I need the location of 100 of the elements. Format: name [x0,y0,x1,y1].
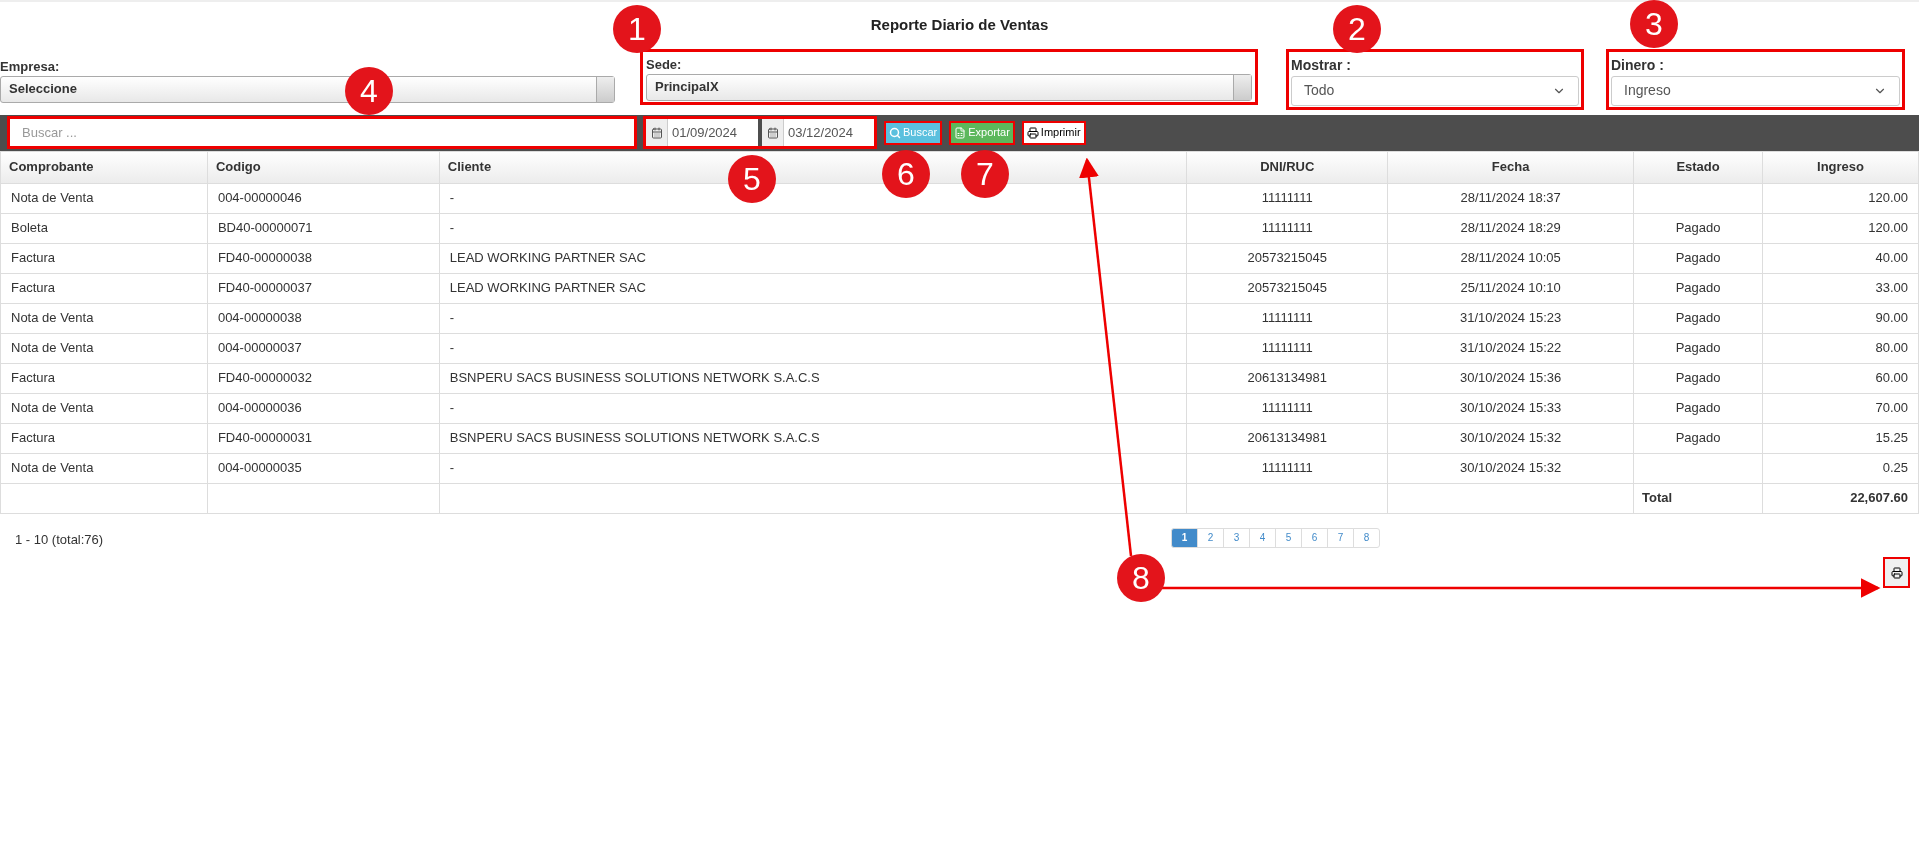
callout-number: 1 [613,5,661,53]
callout-number: 8 [1117,554,1165,602]
table-cell: 004-00000046 [207,183,440,213]
table-cell: Pagado [1633,423,1763,453]
calendar-icon [650,126,663,139]
table-cell: Nota de Venta [0,453,208,483]
table-cell: 004-00000035 [207,453,440,483]
callout-number: 3 [1630,0,1678,48]
table-cell: - [439,333,1187,363]
table-cell: 120.00 [1762,183,1919,213]
table-cell: 11111111 [1186,183,1388,213]
table-cell: 80.00 [1762,333,1919,363]
table-cell: Nota de Venta [0,393,208,423]
table-cell: 31/10/2024 15:23 [1387,303,1634,333]
table-cell: FD40-00000037 [207,273,440,303]
print-button[interactable]: Imprimir [1021,120,1086,145]
table-cell: 11111111 [1186,333,1388,363]
search-field[interactable]: Buscar ... [7,116,637,149]
table-cell: 004-00000037 [207,333,440,363]
page-link[interactable]: 6 [1301,527,1328,548]
table-cell: Factura [0,423,208,453]
table-cell: 11111111 [1186,303,1388,333]
report-title: Reporte Diario de Ventas [870,15,1049,35]
printer-icon [1890,566,1903,579]
table-cell: 20613134981 [1186,423,1388,453]
table-cell: 30/10/2024 15:33 [1387,393,1634,423]
print-button[interactable] [1883,557,1910,588]
table-cell: 20573215045 [1186,273,1388,303]
record-range: 1 - 10 (total:76) [15,530,105,549]
date-field[interactable]: 03/12/2024 [762,119,874,146]
total-value: 22,607.60 [1762,483,1919,513]
search-button[interactable]: Buscar [884,120,943,145]
money-select[interactable]: Ingreso [1611,75,1900,106]
table-cell: Factura [0,243,208,273]
printer-icon [1026,126,1039,139]
column-header: Comprobante [0,151,208,183]
table-cell: 28/11/2024 18:37 [1387,183,1634,213]
table-cell: Pagado [1633,333,1763,363]
table-cell: 004-00000036 [207,393,440,423]
table-cell: Nota de Venta [0,333,208,363]
field-label: Mostrar : [1291,56,1352,74]
field-label: Empresa: [0,58,61,75]
table-cell: Pagado [1633,213,1763,243]
table-cell: Pagado [1633,363,1763,393]
table-cell: FD40-00000038 [207,243,440,273]
callout-number: 2 [1333,5,1381,53]
table-cell: Pagado [1633,303,1763,333]
table-cell: FD40-00000032 [207,363,440,393]
table-cell: - [439,393,1187,423]
table-cell: 60.00 [1762,363,1919,393]
table-cell: 40.00 [1762,243,1919,273]
table-cell: - [439,213,1187,243]
table-cell: 20613134981 [1186,363,1388,393]
table-cell: 30/10/2024 15:32 [1387,453,1634,483]
table-cell: 25/11/2024 10:10 [1387,273,1634,303]
column-header: Estado [1633,151,1763,183]
table-cell: Pagado [1633,393,1763,423]
table-cell: - [439,303,1187,333]
search-icon [889,126,901,139]
table-cell: 31/10/2024 15:22 [1387,333,1634,363]
date-field[interactable]: 01/09/2024 [646,119,758,146]
page-link[interactable]: 5 [1275,527,1302,548]
table-cell: Pagado [1633,243,1763,273]
table-cell: - [439,453,1187,483]
page-link[interactable]: 1 [1171,527,1198,548]
table-cell: 30/10/2024 15:36 [1387,363,1634,393]
table-cell: 0.25 [1762,453,1919,483]
table-cell: 33.00 [1762,273,1919,303]
column-header: Ingreso [1762,151,1919,183]
callout-number: 4 [345,67,393,115]
calendar-icon [766,126,779,139]
spreadsheet-icon [954,126,967,139]
page-link[interactable]: 4 [1249,527,1276,548]
page-link[interactable]: 8 [1353,527,1380,548]
table-cell: 20573215045 [1186,243,1388,273]
column-header: Fecha [1387,151,1634,183]
table-cell: BD40-00000071 [207,213,440,243]
table-cell: 004-00000038 [207,303,440,333]
table-cell: BSNPERU SACS BUSINESS SOLUTIONS NETWORK S.A.C.S [439,363,1187,393]
table-cell: 70.00 [1762,393,1919,423]
table-cell: Factura [0,273,208,303]
total-label: Total [1633,483,1763,513]
show-select[interactable]: Todo [1291,75,1579,106]
table-cell: LEAD WORKING PARTNER SAC [439,243,1187,273]
export-button[interactable]: Exportar [949,120,1015,145]
table-cell: BSNPERU SACS BUSINESS SOLUTIONS NETWORK S.A.C.S [439,423,1187,453]
branch-select[interactable]: PrincipalX [646,73,1252,101]
page-link[interactable]: 7 [1327,527,1354,548]
table-cell: Factura [0,363,208,393]
field-label: Dinero : [1611,56,1665,74]
page-link[interactable]: 2 [1197,527,1224,548]
table-cell: 15.25 [1762,423,1919,453]
table-cell: Nota de Venta [0,303,208,333]
table-cell: 120.00 [1762,213,1919,243]
table-cell: LEAD WORKING PARTNER SAC [439,273,1187,303]
table-cell: 11111111 [1186,393,1388,423]
table-cell: Nota de Venta [0,183,208,213]
callout-number: 6 [882,150,930,198]
page-link[interactable]: 3 [1223,527,1250,548]
table-cell: FD40-00000031 [207,423,440,453]
